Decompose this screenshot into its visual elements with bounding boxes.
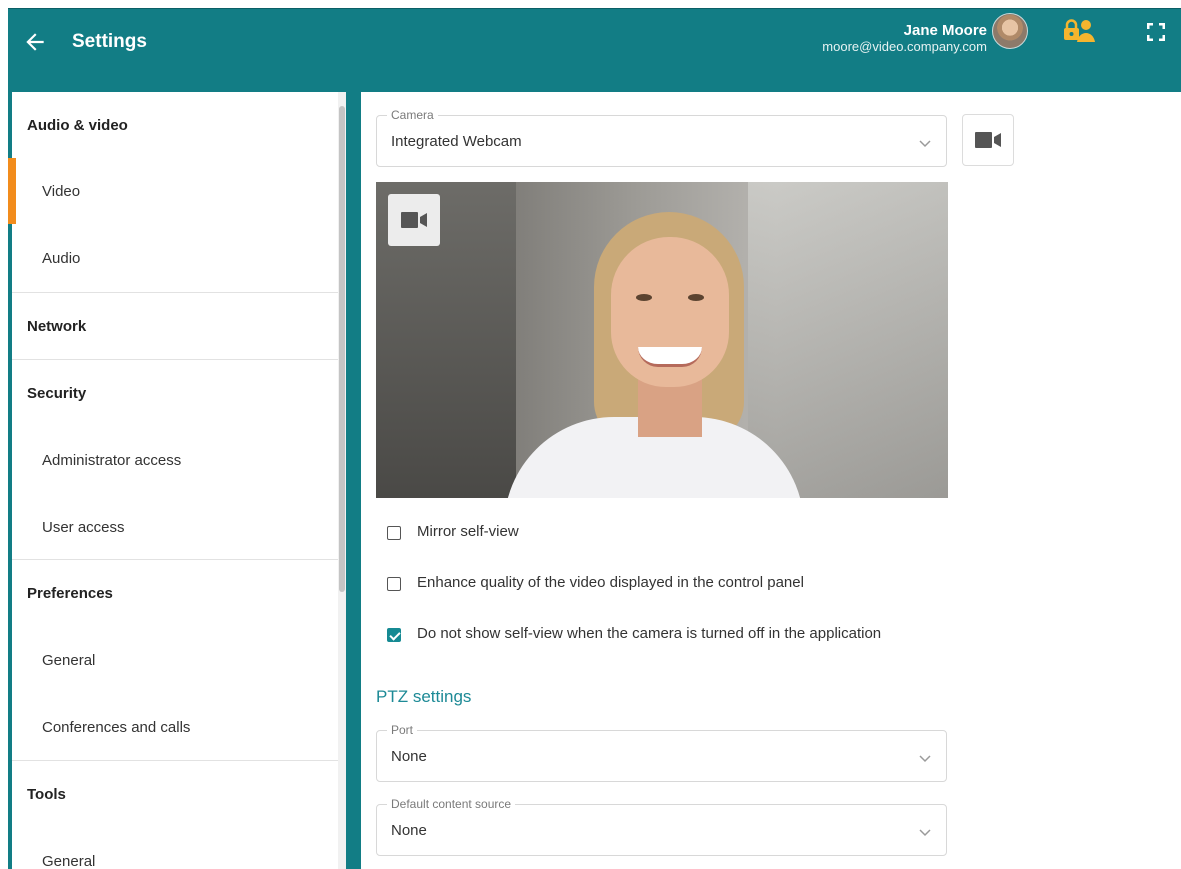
sidebar-item-label: Preferences (27, 584, 113, 602)
chevron-down-icon (919, 829, 931, 837)
hide-self-view-checkbox[interactable] (387, 628, 401, 642)
sidebar-section-preferences[interactable]: Preferences (12, 560, 342, 626)
sidebar-item-audio[interactable]: Audio (12, 225, 342, 291)
hide-self-view-option[interactable]: Do not show self-view when the camera is… (387, 626, 887, 642)
user-email: moore@video.company.com (822, 39, 987, 54)
person-eye (688, 294, 704, 301)
ptz-settings-heading: PTZ settings (376, 687, 472, 706)
sidebar-section-network[interactable]: Network (12, 293, 342, 359)
preview-camera-button[interactable] (388, 194, 440, 246)
settings-sidebar: Audio & video Video Audio Network Securi… (8, 92, 346, 869)
sidebar-item-label: Network (27, 317, 87, 335)
preview-background (748, 182, 948, 498)
camera-select[interactable]: Camera Integrated Webcam (376, 108, 947, 167)
port-select[interactable]: Port None (376, 723, 947, 782)
camera-value: Integrated Webcam (391, 133, 522, 150)
enhance-quality-option[interactable]: Enhance quality of the video displayed i… (387, 575, 804, 591)
sidebar-item-label: General (42, 651, 96, 669)
sidebar-section-audio-video[interactable]: Audio & video (12, 92, 342, 158)
default-content-source-select[interactable]: Default content source None (376, 797, 947, 856)
sidebar-item-video[interactable]: Video (12, 158, 342, 224)
sidebar-item-label: Tools (27, 785, 66, 803)
fullscreen-icon[interactable] (1144, 20, 1168, 44)
sidebar-item-conferences-calls[interactable]: Conferences and calls (12, 694, 342, 760)
hide-self-view-label: Do not show self-view when the camera is… (417, 625, 882, 642)
video-camera-icon (975, 132, 1001, 148)
sidebar-section-tools[interactable]: Tools (12, 761, 342, 827)
sidebar-item-administrator-access[interactable]: Administrator access (12, 427, 342, 493)
sidebar-item-user-access[interactable]: User access (12, 494, 342, 560)
content-source-value: None (391, 822, 427, 839)
sidebar-item-label: Administrator access (42, 451, 182, 469)
content-source-label: Default content source (387, 797, 516, 811)
chevron-down-icon (919, 755, 931, 763)
sidebar-item-label: Conferences and calls (42, 718, 191, 736)
sidebar-item-label: User access (42, 518, 125, 536)
camera-label: Camera (387, 108, 438, 122)
sidebar-item-label: Audio & video (27, 116, 128, 134)
sidebar-item-general[interactable]: General (12, 627, 342, 693)
panel-separator (346, 92, 361, 869)
camera-preview (376, 182, 948, 498)
person-eye (636, 294, 652, 301)
mirror-checkbox[interactable] (387, 526, 401, 540)
camera-toggle-button[interactable] (962, 114, 1014, 166)
sidebar-item-label: Video (42, 182, 81, 200)
avatar[interactable] (992, 13, 1028, 49)
user-info: Jane Moore moore@video.company.com (822, 22, 987, 55)
sidebar-scrollbar-thumb[interactable] (339, 106, 345, 592)
sidebar-item-label: General (42, 852, 96, 869)
person-smile (638, 347, 702, 367)
lock-user-icon[interactable] (1062, 17, 1096, 45)
sidebar-section-security[interactable]: Security (12, 360, 342, 426)
user-name: Jane Moore (903, 22, 987, 39)
mirror-label: Mirror self-view (417, 523, 519, 540)
chevron-down-icon (919, 140, 931, 148)
page-title: Settings (72, 31, 147, 52)
sidebar-item-label: Audio (42, 249, 81, 267)
mirror-self-view-option[interactable]: Mirror self-view (387, 524, 519, 540)
back-arrow-icon[interactable] (22, 29, 48, 55)
video-camera-icon (401, 212, 427, 228)
enhance-label: Enhance quality of the video displayed i… (417, 574, 804, 591)
port-label: Port (387, 723, 418, 737)
port-value: None (391, 748, 427, 765)
enhance-checkbox[interactable] (387, 577, 401, 591)
sidebar-item-label: Security (27, 384, 87, 402)
sidebar-item-tools-general[interactable]: General (12, 828, 342, 869)
